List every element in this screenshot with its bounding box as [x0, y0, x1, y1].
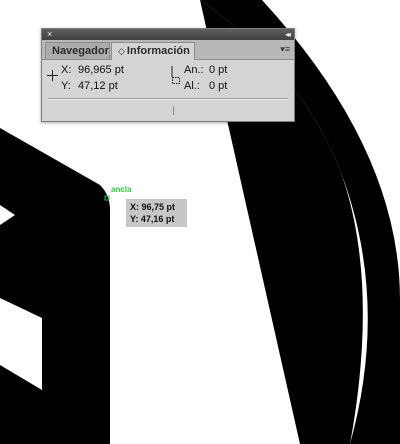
y-label: Y: [61, 80, 71, 92]
swap-arrows-icon: ◇ [118, 46, 125, 56]
footer-separator [173, 106, 174, 115]
collapse-icon[interactable]: ◂◂ [285, 29, 291, 40]
panel-menu-icon[interactable]: ▾≡ [280, 44, 290, 55]
tab-navegador-label: Navegador [52, 45, 109, 57]
height-label: Al.: [184, 80, 200, 92]
tab-informacion-label: Información [126, 45, 190, 57]
x-label: X: [61, 64, 72, 76]
y-value: 47,12 pt [78, 80, 118, 92]
info-content: X: 96,965 pt Y: 47,12 pt An.: 0 pt Al.: … [42, 60, 294, 98]
panel-title-bar[interactable]: × ◂◂ [42, 29, 294, 40]
width-value: 0 pt [209, 64, 228, 76]
close-icon[interactable]: × [47, 29, 52, 40]
anchor-hint-label: ancla [111, 185, 132, 194]
info-panel[interactable]: × ◂◂ Navegador ◇ Información ▾≡ X: 96,965… [41, 28, 295, 122]
height-value: 0 pt [209, 80, 228, 92]
size-icon [171, 66, 180, 84]
panel-tabs: Navegador ◇ Información ▾≡ [42, 40, 294, 60]
tooltip-y: Y: 47,16 pt [130, 214, 175, 224]
coordinate-tooltip: X: 96,75 pt Y: 47,16 pt [126, 199, 187, 227]
tab-navegador[interactable]: Navegador [45, 42, 110, 59]
crosshair-icon [47, 70, 58, 81]
x-value: 96,965 pt [78, 64, 124, 76]
tab-informacion[interactable]: ◇ Información [111, 42, 195, 60]
cube-shape[interactable] [0, 128, 110, 444]
tooltip-x: X: 96,75 pt [130, 202, 176, 212]
panel-divider-highlight [48, 99, 288, 100]
width-label: An.: [184, 64, 204, 76]
